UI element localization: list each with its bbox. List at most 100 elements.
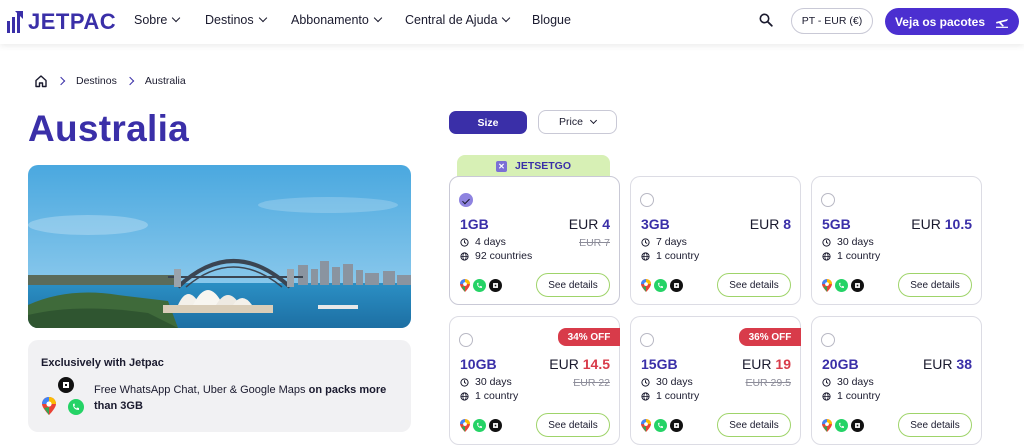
clock-icon: [641, 377, 650, 387]
plan-price: EUR 38: [923, 356, 972, 372]
chevron-down-icon: [502, 13, 511, 23]
price-amount: 19: [775, 356, 791, 372]
clock-icon: [460, 237, 469, 247]
plan-price: EUR 10.5: [911, 216, 972, 232]
destination-hero-image: [28, 165, 411, 328]
nav-item-label: Central de Ajuda: [405, 13, 498, 27]
see-details-button[interactable]: See details: [536, 413, 610, 437]
top-nav: JETPAC Sobre Destinos Abbonamento Centra…: [0, 0, 1024, 44]
breadcrumb-item-current: Australia: [144, 75, 186, 87]
coverage-text: 1 country: [656, 250, 700, 262]
view-packages-label: Veja os pacotes: [894, 14, 986, 29]
plan-coverage: 1 country: [822, 390, 880, 402]
plan-radio[interactable]: [821, 333, 835, 347]
whatsapp-icon: [654, 279, 667, 297]
plan-card[interactable]: 1GB EUR 4 EUR 7 4 days 92 countries See detai…: [449, 176, 620, 305]
uber-icon: [58, 377, 74, 393]
see-details-button[interactable]: See details: [898, 413, 972, 437]
duration-text: 30 days: [837, 376, 874, 388]
included-apps: [641, 279, 683, 297]
coverage-text: 1 country: [837, 250, 881, 262]
google-maps-icon: [641, 279, 651, 297]
nav-item-central-de-ajuda[interactable]: Central de Ajuda: [405, 13, 511, 27]
home-icon[interactable]: [34, 74, 48, 88]
included-apps: [460, 419, 502, 437]
price-currency: EUR: [749, 216, 780, 232]
google-maps-icon: [460, 419, 470, 437]
globe-icon: [460, 251, 469, 261]
chevron-right-icon: [125, 76, 135, 86]
coverage-text: 92 countries: [475, 250, 533, 262]
price-amount: 4: [602, 216, 610, 232]
included-apps: [641, 419, 683, 437]
plan-duration: 7 days: [641, 236, 687, 248]
google-maps-icon: [641, 419, 651, 437]
globe-icon: [641, 251, 650, 261]
coverage-text: 1 country: [475, 390, 519, 402]
google-maps-icon: [822, 419, 832, 437]
see-details-button[interactable]: See details: [717, 273, 791, 297]
whatsapp-icon: [473, 279, 486, 297]
price-amount: 8: [783, 216, 791, 232]
uber-icon: [670, 279, 683, 297]
plan-card[interactable]: 5GB EUR 10.5 30 days 1 country See details: [811, 176, 982, 305]
whatsapp-icon: [835, 279, 848, 297]
search-icon[interactable]: [759, 13, 773, 27]
plan-card[interactable]: 20GB EUR 38 30 days 1 country See details: [811, 316, 982, 445]
uber-icon: [670, 419, 683, 437]
plan-card[interactable]: 36% OFF 15GB EUR 19 EUR 29.5 30 days 1 countr…: [630, 316, 801, 445]
locale-button[interactable]: PT - EUR (€): [791, 8, 873, 34]
plan-radio[interactable]: [640, 193, 654, 207]
promo-text-main: Free WhatsApp Chat, Uber & Google Maps: [94, 384, 306, 396]
plan-card[interactable]: 34% OFF 10GB EUR 14.5 EUR 22 30 days 1 countr…: [449, 316, 620, 445]
promo-title: Exclusively with Jetpac: [41, 357, 164, 369]
globe-icon: [641, 391, 650, 401]
see-details-button[interactable]: See details: [898, 273, 972, 297]
plan-size: 15GB: [641, 356, 678, 372]
nav-item-blogue[interactable]: Blogue: [532, 13, 571, 27]
price-currency: EUR: [549, 356, 579, 372]
nav-item-label: Sobre: [134, 13, 168, 27]
jetsetgo-icon: ✕: [495, 160, 507, 172]
price-amount: 10.5: [944, 216, 972, 232]
plan-duration: 30 days: [822, 376, 874, 388]
price-currency: EUR: [922, 356, 953, 372]
sort-price-label: Price: [559, 116, 583, 128]
plan-duration: 30 days: [460, 376, 512, 388]
coverage-text: 1 country: [656, 390, 700, 402]
plan-size: 10GB: [460, 356, 497, 372]
plan-radio[interactable]: [459, 333, 473, 347]
included-apps: [822, 279, 864, 297]
uber-icon: [851, 279, 864, 297]
nav-item-abbonamento[interactable]: Abbonamento: [291, 13, 383, 27]
see-details-button[interactable]: See details: [536, 273, 610, 297]
original-price: EUR 7: [579, 237, 610, 249]
globe-icon: [822, 251, 831, 261]
plan-radio[interactable]: [821, 193, 835, 207]
see-details-button[interactable]: See details: [717, 413, 791, 437]
sort-by-price-button[interactable]: Price: [538, 110, 617, 134]
price-currency: EUR: [911, 216, 941, 232]
nav-item-destinos[interactable]: Destinos: [205, 13, 267, 27]
plan-price: EUR 4: [569, 216, 610, 232]
breadcrumb-item-destinos[interactable]: Destinos: [76, 75, 117, 87]
featured-plan-tag: ✕ JETSETGO: [457, 155, 610, 177]
plan-radio[interactable]: [459, 193, 473, 207]
nav-item-sobre[interactable]: Sobre: [134, 13, 181, 27]
whatsapp-icon: [68, 399, 84, 415]
chevron-down-icon: [172, 13, 181, 23]
google-maps-icon: [460, 279, 470, 297]
plan-duration: 4 days: [460, 236, 506, 248]
included-apps: [460, 279, 502, 297]
plan-card[interactable]: 3GB EUR 8 7 days 1 country See details: [630, 176, 801, 305]
promo-text: Free WhatsApp Chat, Uber & Google Maps o…: [94, 382, 394, 414]
duration-text: 30 days: [475, 376, 512, 388]
sort-by-size-button[interactable]: Size: [449, 111, 527, 134]
view-packages-button[interactable]: Veja os pacotes: [885, 8, 1019, 35]
plan-coverage: 92 countries: [460, 250, 532, 262]
plan-radio[interactable]: [640, 333, 654, 347]
plan-price: EUR 14.5: [549, 356, 610, 372]
duration-text: 30 days: [837, 236, 874, 248]
brand-logo[interactable]: JETPAC: [6, 9, 116, 35]
included-apps: [822, 419, 864, 437]
